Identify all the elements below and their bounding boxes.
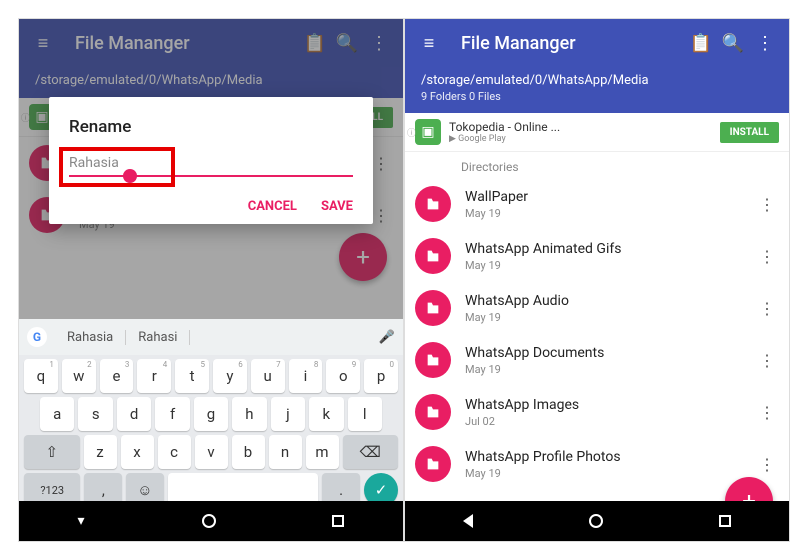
row-overflow-icon[interactable]: ⋮ <box>755 403 779 422</box>
nav-down-icon[interactable]: ▾ <box>77 513 84 529</box>
row-overflow-icon[interactable]: ⋮ <box>755 195 779 214</box>
key-j[interactable]: j <box>271 397 305 431</box>
path-bar: /storage/emulated/0/WhatsApp/Media 9 Fol… <box>405 67 789 113</box>
key-n[interactable]: n <box>269 435 302 469</box>
row-overflow-icon[interactable]: ⋮ <box>755 351 779 370</box>
key-k[interactable]: k <box>309 397 343 431</box>
path-text: /storage/emulated/0/WhatsApp/Media <box>421 73 773 88</box>
key-y[interactable]: y6 <box>213 359 247 393</box>
keyboard-suggestion-bar: G Rahasia Rahasi 🎤 <box>19 319 403 355</box>
ad-label-icon: ⓘ <box>407 126 416 139</box>
key-g[interactable]: g <box>194 397 228 431</box>
menu-icon[interactable]: ≡ <box>413 33 445 54</box>
suggestion[interactable]: Rahasi <box>126 330 190 345</box>
save-button[interactable]: SAVE <box>321 199 353 214</box>
clipboard-icon[interactable]: 📋 <box>685 33 717 54</box>
key-q[interactable]: q1 <box>24 359 58 393</box>
soft-keyboard: q1w2e3r4t5y6u7i8o9p0 asdfghjkl ⇧ zxcvbnm… <box>19 355 403 501</box>
mic-icon[interactable]: 🎤 <box>379 330 395 345</box>
ad-install-button[interactable]: INSTALL <box>720 122 779 143</box>
folder-icon <box>415 446 451 482</box>
path-subtitle: 9 Folders 0 Files <box>421 90 773 103</box>
phone-right: ≡ File Mananger 📋 🔍 ⋮ /storage/emulated/… <box>404 18 790 542</box>
list-item[interactable]: WhatsApp Profile PhotosMay 19⋮ <box>405 438 789 490</box>
key-z[interactable]: z <box>84 435 117 469</box>
list-item[interactable]: WhatsApp DocumentsMay 19⋮ <box>405 334 789 386</box>
ad-title: Tokopedia - Online ... <box>449 120 720 134</box>
phone-left: ≡ File Mananger 📋 🔍 ⋮ /storage/emulated/… <box>18 18 404 542</box>
key-v[interactable]: v <box>195 435 228 469</box>
shift-key[interactable]: ⇧ <box>24 435 80 469</box>
key-o[interactable]: o9 <box>326 359 360 393</box>
nav-back-icon[interactable] <box>463 514 473 528</box>
row-overflow-icon[interactable]: ⋮ <box>755 299 779 318</box>
folder-list: WallPaperMay 19⋮WhatsApp Animated GifsMa… <box>405 178 789 490</box>
suggestion[interactable]: Rahasia <box>55 330 126 345</box>
key-a[interactable]: a <box>40 397 74 431</box>
key-d[interactable]: d <box>117 397 151 431</box>
key-h[interactable]: h <box>232 397 266 431</box>
key-c[interactable]: c <box>158 435 191 469</box>
appbar: ≡ File Mananger 📋 🔍 ⋮ <box>405 19 789 67</box>
nav-home-icon[interactable] <box>202 514 216 528</box>
nav-home-icon[interactable] <box>589 514 603 528</box>
key-w[interactable]: w2 <box>62 359 96 393</box>
ad-row[interactable]: ⓘ ▣ Tokopedia - Online ... ▶ Google Play… <box>405 113 789 152</box>
key-b[interactable]: b <box>232 435 265 469</box>
key-s[interactable]: s <box>78 397 112 431</box>
list-item[interactable]: WhatsApp Animated GifsMay 19⋮ <box>405 230 789 282</box>
nav-recents-icon[interactable] <box>332 515 344 527</box>
google-icon[interactable]: G <box>27 327 47 347</box>
dialog-title: Rename <box>69 117 353 137</box>
android-navbar <box>405 501 789 541</box>
folder-icon <box>415 186 451 222</box>
key-i[interactable]: i8 <box>289 359 323 393</box>
app-title: File Mananger <box>445 33 685 54</box>
folder-icon <box>415 342 451 378</box>
key-p[interactable]: p0 <box>364 359 398 393</box>
folder-icon <box>415 238 451 274</box>
key-l[interactable]: l <box>348 397 382 431</box>
key-f[interactable]: f <box>155 397 189 431</box>
folder-icon <box>415 290 451 326</box>
overflow-icon[interactable]: ⋮ <box>749 33 781 54</box>
rename-dialog: Rename Rahasia CANCEL SAVE <box>49 97 373 224</box>
android-navbar: ▾ <box>19 501 403 541</box>
folder-icon <box>415 394 451 430</box>
list-item[interactable]: WallPaperMay 19⋮ <box>405 178 789 230</box>
backspace-key[interactable]: ⌫ <box>343 435 399 469</box>
section-header: Directories <box>405 152 789 178</box>
list-item[interactable]: WhatsApp ImagesJul 02⋮ <box>405 386 789 438</box>
list-item[interactable]: WhatsApp AudioMay 19⋮ <box>405 282 789 334</box>
key-e[interactable]: e3 <box>100 359 134 393</box>
nav-recents-icon[interactable] <box>719 515 731 527</box>
key-t[interactable]: t5 <box>175 359 209 393</box>
row-overflow-icon[interactable]: ⋮ <box>755 455 779 474</box>
key-r[interactable]: r4 <box>137 359 171 393</box>
cancel-button[interactable]: CANCEL <box>248 199 297 214</box>
search-icon[interactable]: 🔍 <box>717 33 749 54</box>
rename-input[interactable]: Rahasia <box>69 155 353 177</box>
ad-app-icon: ▣ <box>415 119 441 145</box>
ad-store: ▶ Google Play <box>449 134 720 144</box>
row-overflow-icon[interactable]: ⋮ <box>755 247 779 266</box>
key-m[interactable]: m <box>306 435 339 469</box>
text-cursor-handle-icon[interactable] <box>123 169 137 183</box>
key-u[interactable]: u7 <box>251 359 285 393</box>
key-x[interactable]: x <box>121 435 154 469</box>
